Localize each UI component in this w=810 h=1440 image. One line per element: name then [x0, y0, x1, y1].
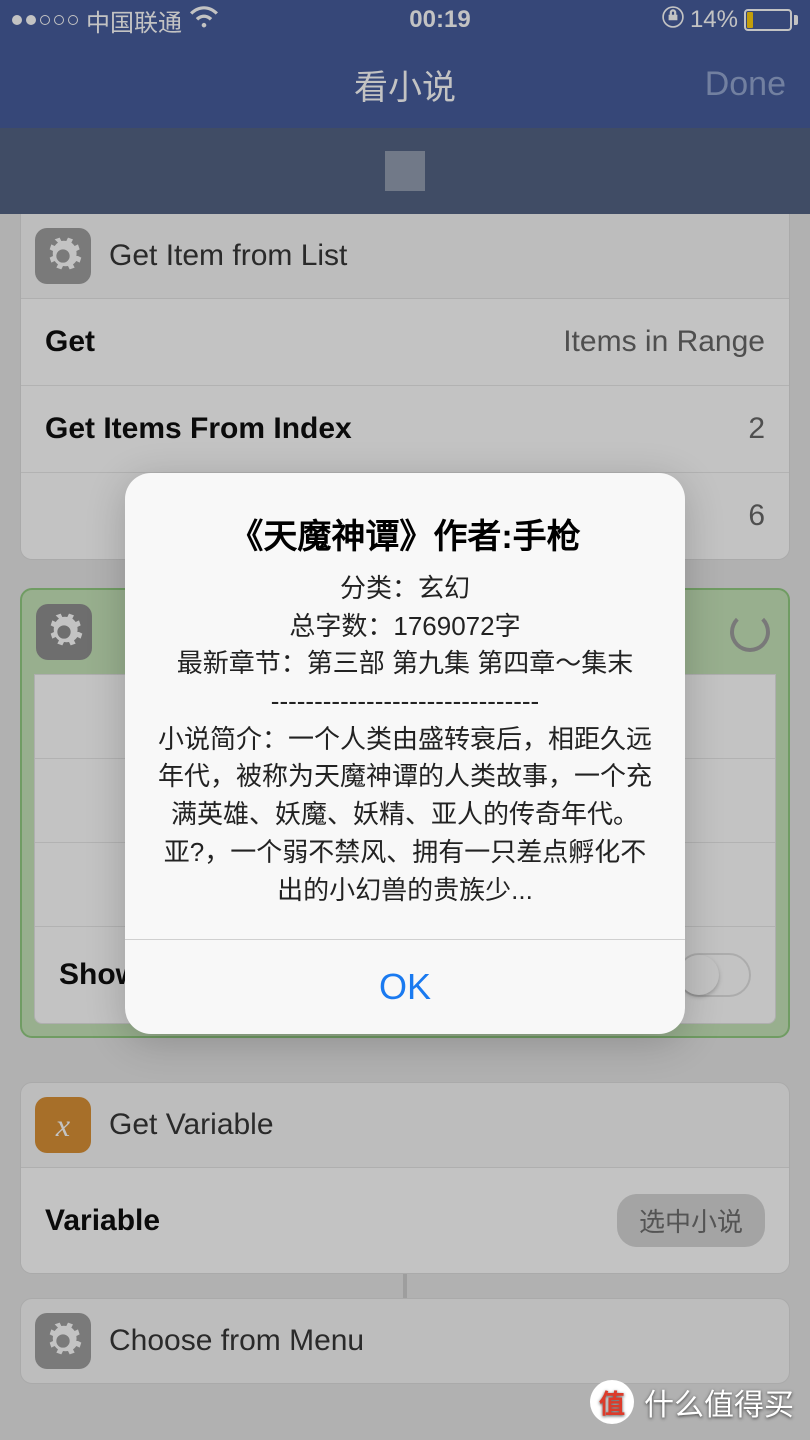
- alert-ok-button[interactable]: OK: [125, 939, 685, 1034]
- watermark-text: 什么值得买: [644, 1380, 794, 1424]
- alert-message: 分类：玄幻 总字数：1769072字 最新章节：第三部 第九集 第四章～集末 -…: [153, 570, 657, 909]
- watermark: 值 什么值得买: [590, 1380, 794, 1424]
- watermark-badge-icon: 值: [590, 1380, 634, 1424]
- alert-dialog: 《天魔神谭》作者:手枪 分类：玄幻 总字数：1769072字 最新章节：第三部 …: [125, 473, 685, 1034]
- alert-title: 《天魔神谭》作者:手枪: [153, 509, 657, 558]
